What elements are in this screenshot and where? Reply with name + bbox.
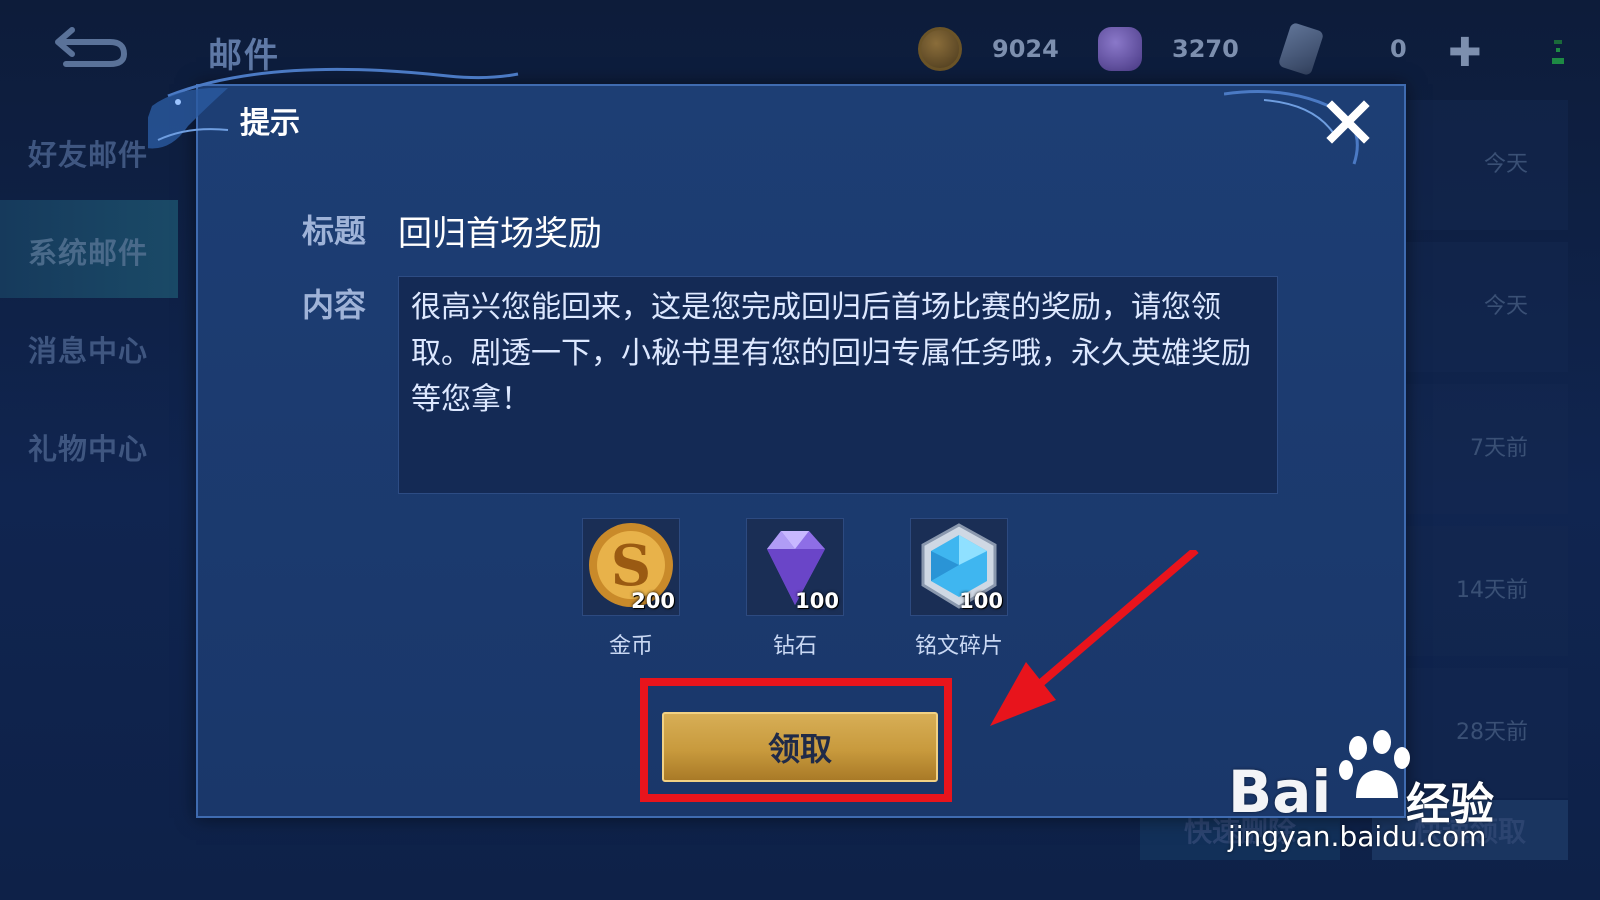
sidebar-item-friend-mail[interactable]: 好友邮件 <box>28 132 148 174</box>
list-item[interactable]: 7天前 <box>1378 384 1568 514</box>
reward-count: 100 <box>795 589 839 613</box>
reward-name: 金币 <box>608 634 653 659</box>
coin-balance: 9024 <box>918 24 1059 74</box>
reward-item-gold[interactable]: S 200 金币 <box>582 518 680 660</box>
reward-count: 200 <box>631 589 675 613</box>
coin-icon <box>918 27 962 71</box>
list-item[interactable]: 今天 <box>1378 100 1568 230</box>
sidebar-item-gift-center[interactable]: 礼物中心 <box>28 426 148 468</box>
close-icon[interactable] <box>1324 98 1372 146</box>
annotation-arrow-icon <box>990 550 1199 726</box>
ticket-value: 0 <box>1390 35 1407 63</box>
mail-sidebar: 好友邮件 系统邮件 消息中心 礼物中心 <box>0 100 178 900</box>
add-currency-icon[interactable]: ✚ <box>1448 30 1482 76</box>
signal-icon <box>1552 40 1564 64</box>
back-arrow-icon[interactable] <box>52 22 130 70</box>
content-label: 内容 <box>302 286 367 324</box>
dialog-title: 提示 <box>240 106 300 141</box>
ticket-balance: 0 <box>1277 21 1407 77</box>
mail-time: 14天前 <box>1456 578 1528 603</box>
claim-button[interactable]: 领取 <box>662 712 938 782</box>
coin-value: 9024 <box>992 35 1059 63</box>
diamond-value: 3270 <box>1172 35 1239 63</box>
mail-time: 今天 <box>1483 152 1528 177</box>
reward-list: S 200 金币 100 钻石 100 铭文碎片 <box>582 518 1022 668</box>
ticket-icon <box>1277 21 1325 77</box>
list-item[interactable]: 14天前 <box>1378 526 1568 656</box>
diamond-icon <box>1098 27 1142 71</box>
diamond-balance: 3270 <box>1098 24 1239 74</box>
mail-time: 7天前 <box>1470 436 1528 461</box>
reward-slot[interactable]: 100 <box>746 518 844 616</box>
watermark-url: jingyan.baidu.com <box>1228 820 1487 853</box>
dialog-corner-ornament <box>1224 90 1359 165</box>
reward-item-diamond[interactable]: 100 钻石 <box>746 518 844 660</box>
dialog-title-ornament <box>148 67 519 149</box>
reward-slot[interactable]: S 200 <box>582 518 680 616</box>
reward-name: 钻石 <box>772 634 817 659</box>
mail-time: 今天 <box>1483 294 1528 319</box>
subject-label: 标题 <box>302 212 367 250</box>
baidu-watermark: Bai 经验 jingyan.baidu.com <box>1228 728 1548 858</box>
watermark-logo-text: Bai <box>1228 758 1332 826</box>
reward-dialog: 提示 标题 回归首场奖励 内容 很高兴您能回来，这是您完成回归后首场比赛的奖励，… <box>148 67 1406 818</box>
sidebar-item-message-center[interactable]: 消息中心 <box>28 328 148 370</box>
paw-logo-icon <box>1339 730 1410 798</box>
mail-subject: 回归首场奖励 <box>398 214 602 254</box>
mail-content: 很高兴您能回来，这是您完成回归后首场比赛的奖励，请您领取。剧透一下，小秘书里有您… <box>398 276 1278 494</box>
sidebar-item-system-mail[interactable]: 系统邮件 <box>28 230 148 272</box>
list-item[interactable]: 今天 <box>1378 242 1568 372</box>
